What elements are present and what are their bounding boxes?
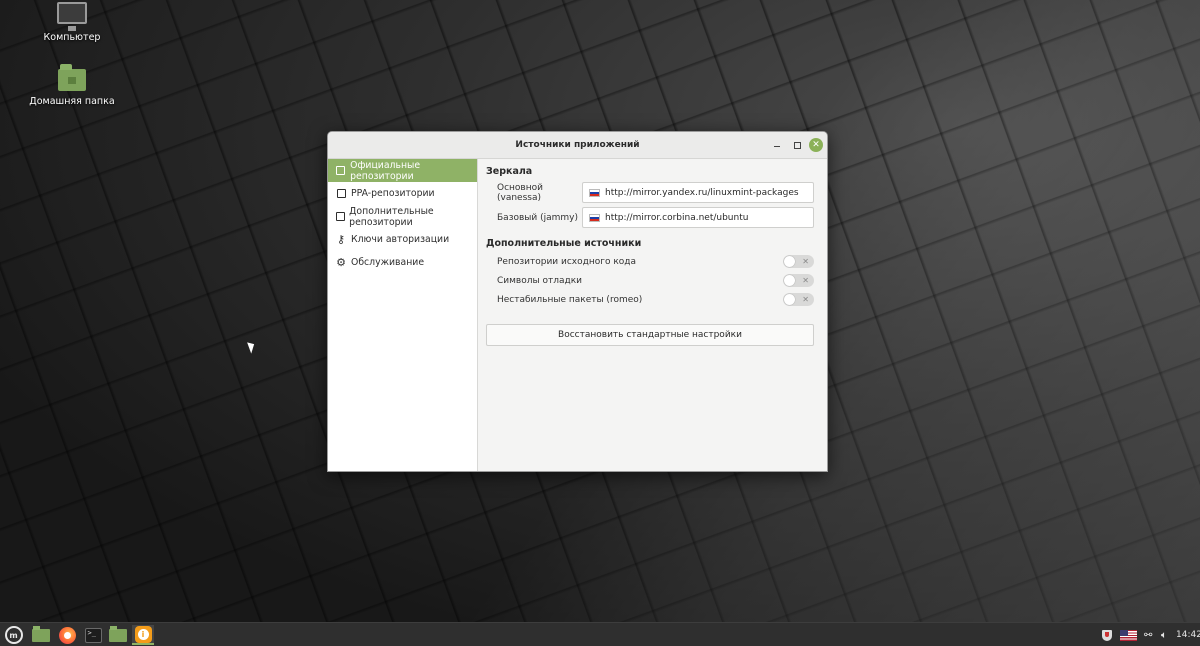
software-sources-window: Источники приложений ✕ Официальные репоз…	[327, 131, 828, 472]
update-manager-tray[interactable]	[1102, 623, 1112, 646]
sidebar-item-ppa[interactable]: PPA-репозитории	[328, 182, 477, 205]
mirror-base-label: Базовый (jammy)	[497, 212, 578, 223]
source-code-label: Репозитории исходного кода	[497, 256, 637, 267]
software-sources-icon: i	[134, 625, 152, 643]
mirror-base-url: http://mirror.corbina.net/ubuntu	[605, 212, 749, 223]
desktop-icon-label: Компьютер	[43, 32, 101, 43]
sidebar: Официальные репозитории PPA-репозитории …	[328, 159, 478, 471]
window-titlebar[interactable]: Источники приложений ✕	[328, 132, 827, 159]
sidebar-item-official-repositories[interactable]: Официальные репозитории	[328, 159, 477, 182]
firefox-launcher[interactable]	[56, 625, 78, 645]
gear-icon: ⚙	[336, 256, 346, 269]
main-content: Зеркала Основной (vanessa) http://mirror…	[478, 159, 827, 471]
taskbar-panel: m >_ i ⚯ 🔈︎ 14:42	[0, 622, 1200, 646]
minimize-icon	[774, 146, 780, 147]
toggle-row-source-code: Репозитории исходного кода ✕	[486, 252, 814, 271]
desktop-icon-computer[interactable]: Компьютер	[27, 2, 117, 43]
us-flag-icon	[1120, 629, 1137, 641]
debug-symbols-label: Символы отладки	[497, 275, 582, 286]
show-desktop-button[interactable]	[30, 625, 52, 645]
shield-icon	[1102, 629, 1112, 641]
folder-icon	[32, 625, 50, 642]
sidebar-item-label: PPA-репозитории	[351, 188, 435, 199]
restore-defaults-button[interactable]: Восстановить стандартные настройки	[486, 324, 814, 346]
mirror-main-button[interactable]: http://mirror.yandex.ru/linuxmint-packag…	[582, 182, 814, 203]
mirror-row-main: Основной (vanessa) http://mirror.yandex.…	[486, 180, 814, 205]
unstable-packages-label: Нестабильные пакеты (romeo)	[497, 294, 643, 305]
desktop-icon-home[interactable]: Домашняя папка	[27, 63, 117, 107]
toggle-row-debug-symbols: Символы отладки ✕	[486, 271, 814, 290]
desktop-icon-label: Домашняя папка	[29, 96, 115, 107]
folder-icon	[109, 625, 127, 642]
network-tray[interactable]: ⚯	[1144, 623, 1152, 646]
debug-symbols-switch[interactable]: ✕	[783, 274, 814, 287]
optional-sources-title: Дополнительные источники	[486, 238, 642, 249]
sidebar-item-label: Дополнительные репозитории	[349, 205, 434, 228]
clock-time: 14:42	[1176, 630, 1200, 640]
files-launcher[interactable]	[107, 625, 129, 645]
window-title: Источники приложений	[515, 140, 640, 150]
sidebar-item-label: Официальные репозитории	[350, 159, 421, 182]
mint-logo-icon: m	[4, 626, 23, 644]
volume-tray[interactable]: 🔈︎	[1161, 623, 1167, 646]
package-icon	[335, 188, 347, 200]
sidebar-item-label: Обслуживание	[351, 257, 425, 268]
sidebar-item-authentication-keys[interactable]: ⚷ Ключи авторизации	[328, 228, 477, 251]
mirrors-title: Зеркала	[486, 166, 533, 177]
mirror-main-url: http://mirror.yandex.ru/linuxmint-packag…	[605, 187, 799, 198]
network-icon: ⚯	[1144, 629, 1153, 641]
home-folder-icon	[58, 64, 86, 91]
close-icon: ✕	[812, 140, 820, 150]
volume-icon: 🔈︎	[1161, 629, 1167, 641]
minimize-button[interactable]	[770, 138, 784, 152]
key-icon: ⚷	[336, 233, 346, 246]
menu-button[interactable]: m	[3, 625, 24, 645]
toggle-row-unstable-packages: Нестабильные пакеты (romeo) ✕	[486, 290, 814, 309]
firefox-icon	[58, 626, 76, 644]
computer-icon	[57, 2, 87, 31]
keyboard-layout-tray[interactable]	[1120, 623, 1137, 646]
package-icon	[335, 165, 346, 177]
software-sources-task[interactable]: i	[132, 625, 154, 645]
terminal-icon: >_	[84, 627, 102, 643]
package-icon	[335, 211, 345, 223]
russia-flag-icon	[589, 188, 600, 197]
close-button[interactable]: ✕	[809, 138, 823, 152]
sidebar-item-additional-repositories[interactable]: Дополнительные репозитории	[328, 205, 477, 228]
mirror-row-base: Базовый (jammy) http://mirror.corbina.ne…	[486, 205, 814, 230]
sidebar-item-label: Ключи авторизации	[351, 234, 450, 245]
maximize-button[interactable]	[790, 138, 804, 152]
clock[interactable]: 14:42	[1176, 623, 1200, 646]
terminal-launcher[interactable]: >_	[82, 625, 104, 645]
unstable-packages-switch[interactable]: ✕	[783, 293, 814, 306]
source-code-switch[interactable]: ✕	[783, 255, 814, 268]
mirror-main-label: Основной (vanessa)	[497, 182, 543, 203]
sidebar-item-maintenance[interactable]: ⚙ Обслуживание	[328, 251, 477, 274]
russia-flag-icon	[589, 213, 600, 222]
maximize-icon	[793, 141, 801, 149]
mirror-base-button[interactable]: http://mirror.corbina.net/ubuntu	[582, 207, 814, 228]
